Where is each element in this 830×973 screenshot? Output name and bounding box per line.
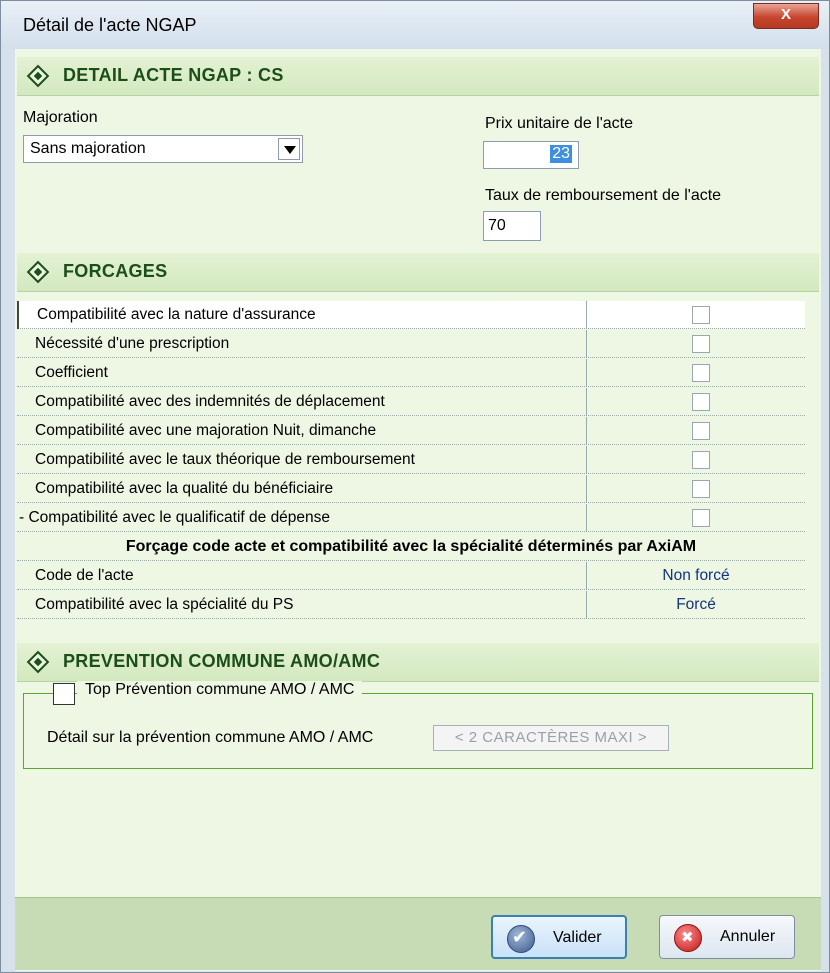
table-row[interactable]: Coefficient: [17, 359, 805, 387]
subheader-text: Forçage code acte et compatibilité avec …: [125, 538, 697, 555]
row-label: Code de l'acte: [35, 567, 134, 584]
taux-label: Taux de remboursement de l'acte: [485, 187, 722, 204]
valider-button[interactable]: Valider: [491, 915, 627, 959]
section-diamond-icon: [26, 260, 50, 284]
row-checkbox[interactable]: [692, 393, 710, 411]
taux-input[interactable]: 70: [483, 211, 541, 241]
section-diamond-icon: [26, 650, 50, 674]
row-checkbox[interactable]: [692, 451, 710, 469]
table-row[interactable]: Compatibilité avec une majoration Nuit, …: [17, 417, 805, 445]
table-row[interactable]: - Compatibilité avec le qualificatif de …: [17, 504, 805, 532]
majoration-label: Majoration: [23, 109, 98, 126]
top-prevention-checkbox[interactable]: [53, 683, 75, 705]
prix-value: 23: [550, 145, 572, 163]
table-row[interactable]: Compatibilité avec le taux théorique de …: [17, 446, 805, 474]
section-diamond-icon: [26, 64, 50, 88]
title-bar: Détail de l'acte NGAP X: [1, 1, 829, 49]
row-label: Compatibilité avec le taux théorique de …: [35, 451, 415, 468]
row-label: Compatibilité avec la qualité du bénéfic…: [35, 480, 334, 497]
section-header-detail: DETAIL ACTE NGAP : CS: [17, 57, 819, 96]
table-row[interactable]: Compatibilité avec des indemnités de dép…: [17, 388, 805, 416]
close-button[interactable]: X: [753, 3, 819, 29]
row-checkbox[interactable]: [692, 364, 710, 382]
table-row[interactable]: Nécessité d'une prescription: [17, 330, 805, 358]
row-label: Compatibilité avec des indemnités de dép…: [35, 393, 385, 410]
row-label: - Compatibilité avec le qualificatif de …: [19, 509, 331, 526]
section-header-prevention: PREVENTION COMMUNE AMO/AMC: [17, 643, 819, 682]
forcages-grid: Compatibilité avec la nature d'assurance…: [17, 301, 805, 631]
row-checkbox[interactable]: [692, 480, 710, 498]
row-label: Nécessité d'une prescription: [35, 335, 230, 352]
row-label: Compatibilité avec la nature d'assurance: [37, 306, 316, 323]
annuler-button[interactable]: Annuler: [659, 915, 795, 959]
top-prevention-label: Top Prévention commune AMO / AMC: [77, 681, 363, 699]
row-checkbox[interactable]: [692, 509, 710, 527]
row-value[interactable]: Non forcé: [587, 567, 805, 585]
valider-label: Valider: [553, 929, 602, 946]
detail-prevention-label: Détail sur la prévention commune AMO / A…: [47, 729, 374, 746]
row-value[interactable]: Forcé: [587, 596, 805, 614]
table-row[interactable]: Compatibilité avec la spécialité du PS F…: [17, 591, 805, 619]
taux-value: 70: [488, 217, 506, 234]
prix-input[interactable]: 23: [483, 141, 579, 169]
dialog-window: Détail de l'acte NGAP X DETAIL ACTE NGAP…: [0, 0, 830, 973]
section-title: DETAIL ACTE NGAP : CS: [63, 65, 284, 85]
cancel-icon: [674, 924, 702, 952]
chevron-down-icon[interactable]: [278, 138, 300, 160]
row-label: Compatibilité avec une majoration Nuit, …: [35, 422, 377, 439]
majoration-value: Sans majoration: [30, 140, 146, 157]
detail-prevention-input[interactable]: < 2 CARACTÈRES MAXI >: [433, 725, 669, 751]
section-header-forcages: FORCAGES: [17, 253, 819, 292]
prix-label: Prix unitaire de l'acte: [485, 115, 634, 132]
row-checkbox[interactable]: [692, 422, 710, 440]
checkmark-icon: [507, 925, 535, 953]
section-title: PREVENTION COMMUNE AMO/AMC: [63, 651, 381, 671]
majoration-select[interactable]: Sans majoration: [23, 135, 303, 163]
table-row[interactable]: Compatibilité avec la qualité du bénéfic…: [17, 475, 805, 503]
row-label: Coefficient: [35, 364, 108, 381]
table-row[interactable]: Compatibilité avec la nature d'assurance: [17, 301, 805, 329]
row-checkbox[interactable]: [692, 306, 710, 324]
annuler-label: Annuler: [720, 928, 776, 945]
window-title: Détail de l'acte NGAP: [23, 15, 197, 35]
row-label: Compatibilité avec la spécialité du PS: [35, 596, 294, 613]
table-row[interactable]: Code de l'acte Non forcé: [17, 562, 805, 590]
section-title: FORCAGES: [63, 261, 168, 281]
grid-subheader: Forçage code acte et compatibilité avec …: [17, 533, 805, 561]
row-checkbox[interactable]: [692, 335, 710, 353]
